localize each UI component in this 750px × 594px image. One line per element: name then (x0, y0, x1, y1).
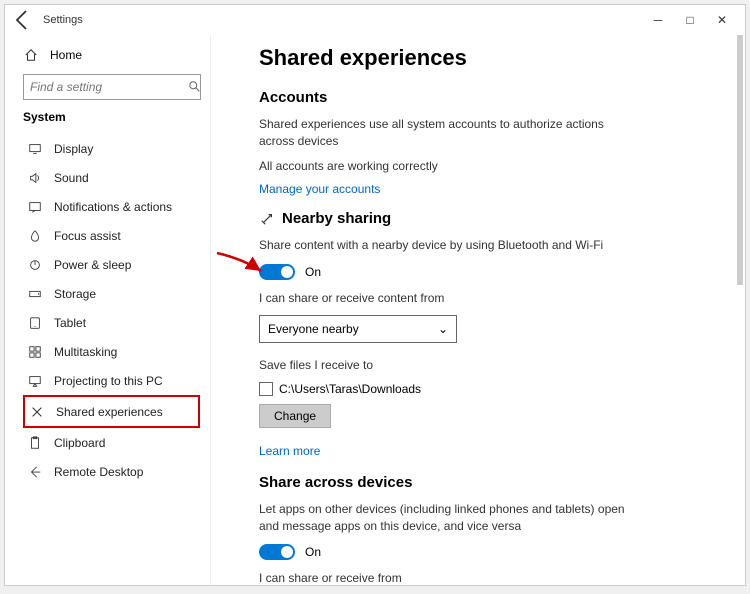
nav-label: Sound (54, 171, 89, 185)
nav-label: Projecting to this PC (54, 374, 163, 388)
save-path-checkbox[interactable] (259, 382, 273, 396)
main-content: Shared experiences Accounts Shared exper… (210, 35, 745, 585)
share-across-toggle[interactable] (259, 544, 295, 560)
sidebar-item-sound[interactable]: Sound (23, 163, 210, 192)
search-input[interactable] (30, 80, 187, 94)
change-button[interactable]: Change (259, 404, 331, 428)
focus-assist-icon (27, 228, 42, 243)
shared-experiences-icon (29, 404, 44, 419)
sidebar-item-clipboard[interactable]: Clipboard (23, 428, 210, 457)
learn-more-link[interactable]: Learn more (259, 444, 745, 458)
nav-label: Notifications & actions (54, 200, 172, 214)
receive-from-dropdown[interactable]: Everyone nearby ⌄ (259, 315, 457, 343)
display-icon (27, 141, 42, 156)
sidebar-item-projecting[interactable]: Projecting to this PC (23, 366, 210, 395)
sidebar-item-shared-experiences[interactable]: Shared experiences (23, 395, 200, 428)
nav-label: Tablet (54, 316, 86, 330)
nav-label: Display (54, 142, 93, 156)
nearby-heading: Nearby sharing (259, 210, 745, 227)
nearby-sharing-icon (259, 211, 274, 226)
save-to-label: Save files I receive to (259, 357, 629, 374)
settings-window: Settings ─ □ ✕ Home System Display (4, 4, 746, 586)
toggle-label: On (305, 265, 321, 279)
sidebar-item-tablet[interactable]: Tablet (23, 308, 210, 337)
sidebar-item-remote-desktop[interactable]: Remote Desktop (23, 457, 210, 486)
receive-label: I can share or receive content from (259, 290, 629, 307)
multitasking-icon (27, 344, 42, 359)
nav-label: Remote Desktop (54, 465, 143, 479)
tablet-icon (27, 315, 42, 330)
window-title: Settings (43, 14, 83, 26)
accounts-heading: Accounts (259, 89, 745, 106)
back-button[interactable] (11, 8, 35, 32)
remote-desktop-icon (27, 464, 42, 479)
nearby-sharing-toggle[interactable] (259, 264, 295, 280)
close-button[interactable]: ✕ (715, 13, 729, 27)
clipboard-icon (27, 435, 42, 450)
sidebar-item-notifications[interactable]: Notifications & actions (23, 192, 210, 221)
chevron-down-icon: ⌄ (438, 322, 448, 336)
nav-label: Multitasking (54, 345, 117, 359)
home-nav[interactable]: Home (23, 41, 210, 68)
sidebar-item-focus-assist[interactable]: Focus assist (23, 221, 210, 250)
nav-label: Shared experiences (56, 405, 163, 419)
nav-label: Storage (54, 287, 96, 301)
manage-accounts-link[interactable]: Manage your accounts (259, 182, 745, 196)
nearby-desc: Share content with a nearby device by us… (259, 237, 629, 254)
sidebar-item-display[interactable]: Display (23, 134, 210, 163)
sidebar-item-power-sleep[interactable]: Power & sleep (23, 250, 210, 279)
maximize-button[interactable]: □ (683, 13, 697, 27)
search-box[interactable] (23, 74, 201, 100)
power-icon (27, 257, 42, 272)
share-across-desc: Let apps on other devices (including lin… (259, 501, 629, 535)
minimize-button[interactable]: ─ (651, 13, 665, 27)
sidebar: Home System Display Sound Notifications … (5, 35, 210, 585)
nav-label: Focus assist (54, 229, 121, 243)
save-path: C:\Users\Taras\Downloads (279, 382, 421, 396)
window-controls: ─ □ ✕ (651, 13, 739, 27)
share-across-heading: Share across devices (259, 474, 745, 491)
toggle-label: On (305, 545, 321, 559)
home-icon (23, 47, 38, 62)
notifications-icon (27, 199, 42, 214)
sidebar-item-storage[interactable]: Storage (23, 279, 210, 308)
titlebar: Settings ─ □ ✕ (5, 5, 745, 35)
share-across-receive-label: I can share or receive from (259, 570, 629, 585)
section-title: System (23, 110, 210, 124)
storage-icon (27, 286, 42, 301)
projecting-icon (27, 373, 42, 388)
nav-label: Power & sleep (54, 258, 131, 272)
search-icon (187, 80, 202, 95)
accounts-status: All accounts are working correctly (259, 158, 629, 175)
sound-icon (27, 170, 42, 185)
nav-label: Clipboard (54, 436, 105, 450)
scrollbar[interactable] (737, 35, 743, 583)
page-title: Shared experiences (259, 45, 745, 71)
dropdown-value: Everyone nearby (268, 322, 359, 336)
sidebar-item-multitasking[interactable]: Multitasking (23, 337, 210, 366)
accounts-desc: Shared experiences use all system accoun… (259, 116, 629, 150)
home-label: Home (50, 48, 82, 62)
